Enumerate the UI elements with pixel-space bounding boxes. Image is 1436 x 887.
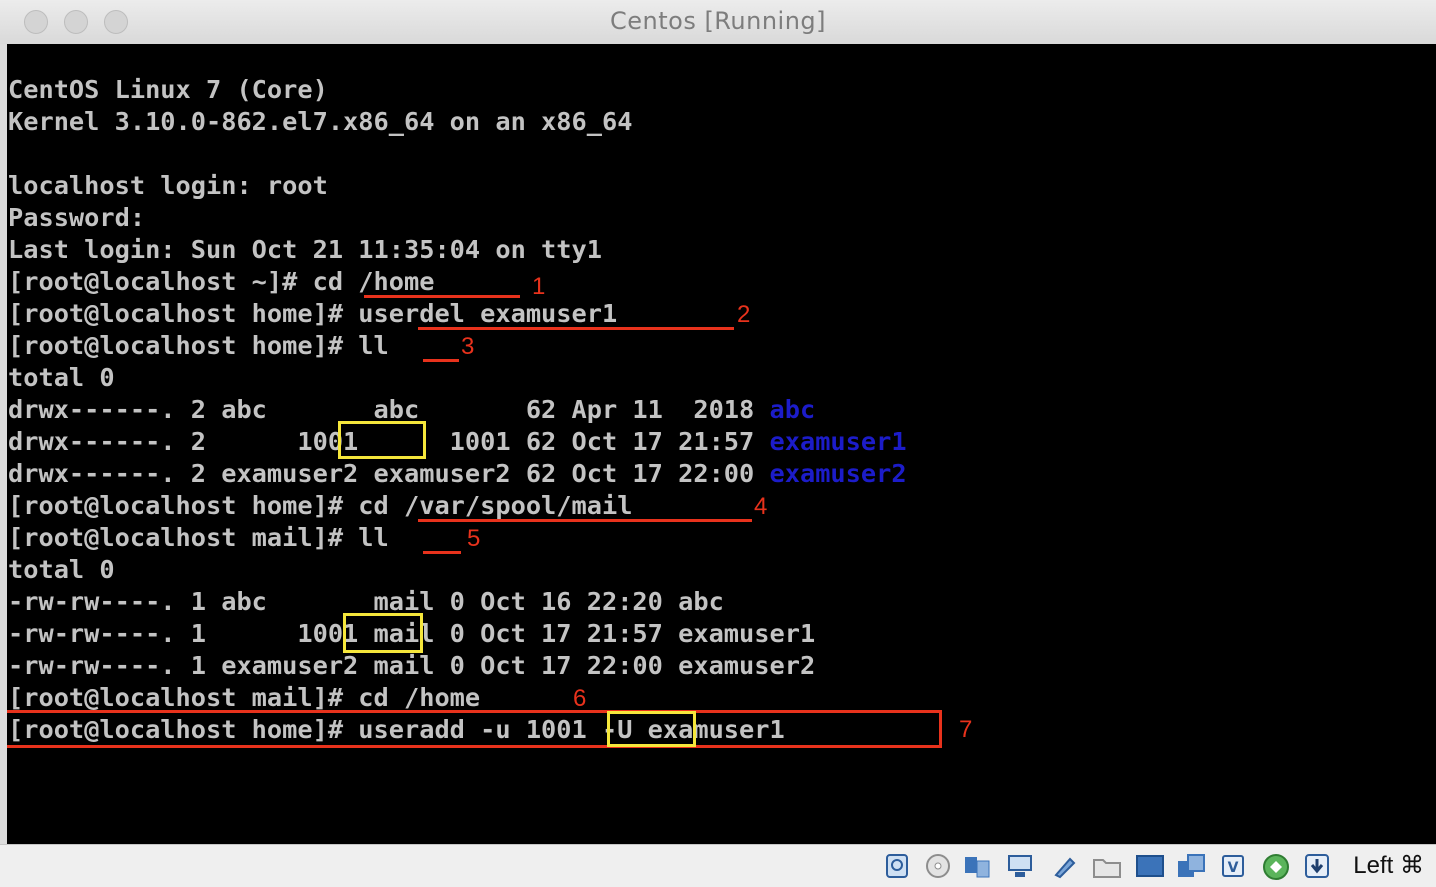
console-line: [root@localhost ~]# cd /home	[8, 267, 435, 296]
console-line: [root@localhost home]# cd /var/spool/mai…	[8, 491, 633, 520]
step-number: 5	[467, 525, 481, 552]
console-line: CentOS Linux 7 (Core)	[8, 75, 328, 104]
annotation-underline	[423, 359, 459, 362]
network-icon[interactable]	[1005, 853, 1032, 879]
console-line: -rw-rw----. 1 examuser2 mail 0 Oct 17 22…	[8, 651, 816, 680]
console-line: localhost login: root	[8, 171, 328, 200]
uid-highlight-box	[338, 421, 426, 459]
step-number: 7	[959, 716, 973, 743]
cpu-icon[interactable]: V	[1220, 853, 1246, 879]
console-line: drwx------. 2 examuser2 examuser2 62 Oct…	[8, 459, 907, 488]
vm-console-screen[interactable]: CentOS Linux 7 (Core) Kernel 3.10.0-862.…	[0, 44, 1436, 844]
window-left-border	[0, 44, 7, 844]
console-line: [root@localhost mail]# ll	[8, 523, 389, 552]
console-line: [root@localhost home]# ll	[8, 331, 389, 360]
download-icon[interactable]	[1304, 853, 1330, 879]
step-number: 4	[754, 493, 768, 520]
display-icon[interactable]	[1135, 853, 1164, 879]
annotation-underline	[418, 519, 752, 522]
annotation-underline	[423, 551, 461, 554]
annotation-underline	[364, 295, 520, 298]
vm-statusbar: V Left ⌘	[0, 844, 1436, 887]
step-number: 1	[532, 273, 546, 300]
uid-highlight-box	[343, 613, 423, 653]
step-number: 3	[461, 333, 475, 360]
directory-name: abc	[769, 395, 816, 424]
annotation-underline	[418, 327, 734, 330]
usb-icon[interactable]	[1052, 853, 1078, 879]
audio-icon[interactable]	[963, 853, 990, 879]
host-key-label: Left ⌘	[1353, 852, 1424, 879]
console-line: drwx------. 2 1001 1001 62 Oct 17 21:57 …	[8, 427, 907, 456]
directory-name: examuser2	[769, 459, 907, 488]
window-titlebar: Centos [Running]	[0, 0, 1436, 45]
mouse-integration-icon[interactable]	[1262, 853, 1289, 880]
console-line: total 0	[8, 555, 115, 584]
step-number: 2	[737, 301, 751, 328]
uid-highlight-box	[607, 711, 696, 747]
console-line: Password:	[8, 203, 146, 232]
console-line: [root@localhost home]# userdel examuser1	[8, 299, 618, 328]
optical-drive-icon[interactable]	[925, 853, 951, 879]
step-number: 6	[573, 685, 587, 712]
svg-text:V: V	[1228, 860, 1239, 876]
hard-disk-icon[interactable]	[884, 853, 910, 879]
console-line: total 0	[8, 363, 115, 392]
window-title: Centos [Running]	[609, 7, 827, 35]
console-line: Kernel 3.10.0-862.el7.x86_64 on an x86_6…	[8, 107, 633, 136]
console-line: Last login: Sun Oct 21 11:35:04 on tty1	[8, 235, 602, 264]
directory-name: examuser1	[769, 427, 907, 456]
shared-folder-icon[interactable]	[1092, 853, 1121, 879]
command-highlight-box	[2, 710, 942, 748]
video-capture-icon[interactable]	[1176, 853, 1205, 879]
